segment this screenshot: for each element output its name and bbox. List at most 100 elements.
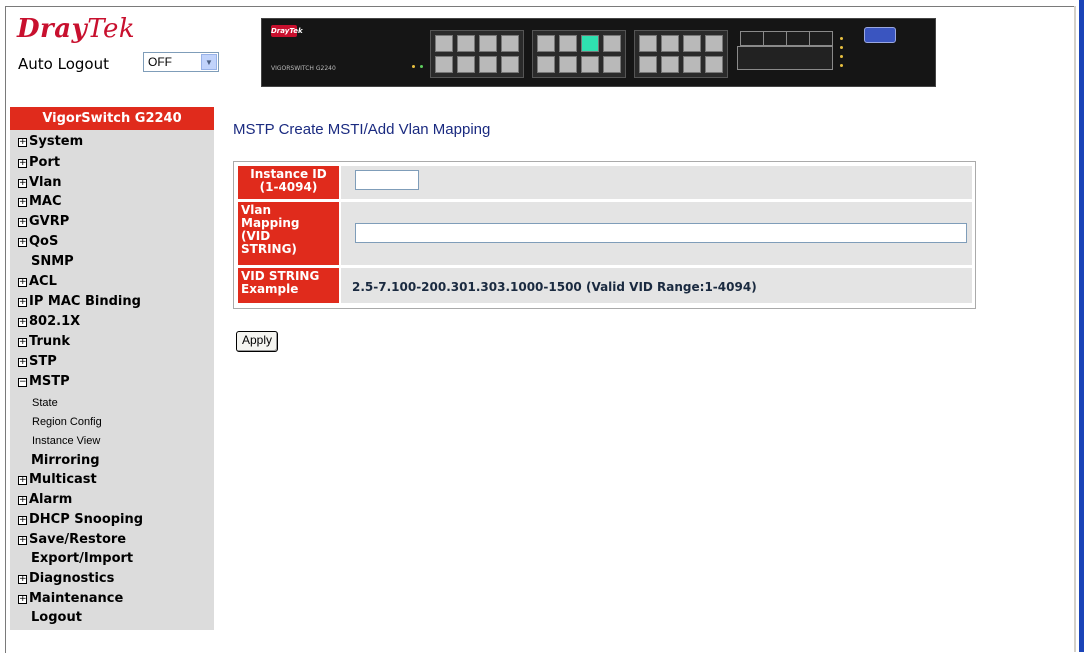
sidebar-item-vlan[interactable]: + Vlan: [18, 175, 62, 190]
port-icon: [639, 56, 657, 73]
sfp-port-icon: [763, 31, 787, 46]
status-led-icon: [412, 65, 415, 68]
sidebar-item-label: DHCP Snooping: [29, 512, 144, 527]
port-active-icon: [581, 35, 599, 52]
sfp-port-icon: [809, 31, 833, 46]
port-icon: [501, 35, 519, 52]
expand-plus-icon[interactable]: +: [18, 338, 27, 347]
expand-plus-icon[interactable]: +: [18, 159, 27, 168]
sfp-led-icon: [840, 46, 843, 49]
port-icon: [537, 35, 555, 52]
sfp-led-icon: [840, 64, 843, 67]
sidebar-item-label: MAC: [29, 194, 62, 209]
sidebar-item-label: Trunk: [29, 334, 71, 349]
vid-example-label-line2: Example: [241, 282, 299, 296]
expand-plus-icon[interactable]: +: [18, 496, 27, 505]
sidebar-item-snmp[interactable]: SNMP: [31, 254, 74, 269]
port-icon: [683, 35, 701, 52]
sidebar-item-label: Port: [29, 155, 61, 170]
expand-plus-icon[interactable]: +: [18, 198, 27, 207]
sidebar-item-export-import[interactable]: Export/Import: [31, 551, 133, 566]
expand-plus-icon[interactable]: +: [18, 516, 27, 525]
draytek-logo: DrayTek: [17, 14, 135, 44]
expand-plus-icon[interactable]: +: [18, 278, 27, 287]
sidebar-item-stp[interactable]: + STP: [18, 354, 57, 369]
expand-plus-icon[interactable]: +: [18, 358, 27, 367]
expand-plus-icon[interactable]: +: [18, 595, 27, 604]
panel-brand-logo: DrayTek: [271, 25, 303, 37]
port-icon: [683, 56, 701, 73]
sidebar-item-label: Maintenance: [29, 591, 124, 606]
expand-plus-icon[interactable]: +: [18, 476, 27, 485]
sidebar-item-save-restore[interactable]: + Save/Restore: [18, 532, 126, 547]
port-icon: [435, 56, 453, 73]
sidebar-item-8021x[interactable]: +802.1X: [18, 314, 80, 329]
sidebar-item-qos[interactable]: + QoS: [18, 234, 58, 249]
port-icon: [479, 56, 497, 73]
sidebar-item-alarm[interactable]: + Alarm: [18, 492, 72, 507]
sidebar-item-dhcp-snooping[interactable]: + DHCP Snooping: [18, 512, 143, 527]
sidebar-item-label: Export/Import: [31, 551, 134, 566]
sidebar-item-mac[interactable]: + MAC: [18, 194, 62, 209]
instance-id-label-line2: (1-4094): [259, 180, 318, 194]
sidebar-item-ip-mac-binding[interactable]: + IP MAC Binding: [18, 294, 141, 309]
sidebar-item-diagnostics[interactable]: + Diagnostics: [18, 571, 114, 586]
sidebar-item-label: Vlan: [29, 175, 62, 190]
expand-plus-icon[interactable]: +: [18, 238, 27, 247]
expand-plus-icon[interactable]: +: [18, 138, 27, 147]
chevron-down-icon[interactable]: ▼: [201, 54, 217, 70]
sidebar-item-label: STP: [29, 354, 57, 369]
sidebar-item-label: IP MAC Binding: [29, 294, 141, 309]
sfp-slots-icon: [737, 46, 833, 70]
expand-plus-icon[interactable]: +: [18, 536, 27, 545]
sidebar-item-label: GVRP: [29, 214, 70, 229]
instance-id-cell: [341, 166, 972, 199]
port-icon: [581, 56, 599, 73]
sidebar-item-mstp[interactable]: − MSTP: [18, 374, 70, 389]
sidebar-subitem-region-config[interactable]: Region Config: [32, 416, 102, 428]
port-icon: [457, 56, 475, 73]
sidebar-item-label: Diagnostics: [29, 571, 115, 586]
sidebar-item-label: 802.1X: [29, 314, 81, 329]
sidebar-item-label: SNMP: [31, 254, 74, 269]
port-icon: [479, 35, 497, 52]
apply-button[interactable]: Apply: [236, 331, 279, 352]
instance-id-input[interactable]: [355, 170, 419, 190]
expand-plus-icon[interactable]: +: [18, 575, 27, 584]
expand-plus-icon[interactable]: +: [18, 179, 27, 188]
sidebar-item-label: System: [29, 134, 84, 149]
switch-front-panel-image: DrayTek VIGORSWITCH G2240: [261, 18, 936, 87]
sfp-led-icon: [840, 55, 843, 58]
sidebar-item-maintenance[interactable]: + Maintenance: [18, 591, 123, 606]
sidebar-item-gvrp[interactable]: + GVRP: [18, 214, 69, 229]
expand-plus-icon[interactable]: +: [18, 298, 27, 307]
sidebar-item-mirroring[interactable]: Mirroring: [31, 453, 100, 468]
sidebar-item-label: Save/Restore: [29, 532, 127, 547]
logo-tek: Tek: [87, 14, 136, 44]
sidebar-item-label: Logout: [31, 610, 82, 625]
sidebar-item-port[interactable]: + Port: [18, 155, 60, 170]
sidebar-subitem-instance-view[interactable]: Instance View: [32, 435, 100, 447]
sidebar-item-system[interactable]: + System: [18, 134, 83, 149]
auto-logout-select[interactable]: OFF ▼: [143, 52, 219, 72]
sidebar-subitem-state[interactable]: State: [32, 397, 58, 409]
sfp-port-icon: [786, 31, 810, 46]
vid-string-example-text: 2.5-7.100-200.301.303.1000-1500 (Valid V…: [352, 280, 757, 294]
port-group-1: [430, 30, 524, 78]
port-icon: [435, 35, 453, 52]
sidebar-header[interactable]: VigorSwitch G2240: [10, 107, 214, 130]
collapse-minus-icon[interactable]: −: [18, 378, 27, 387]
sidebar-item-logout[interactable]: Logout: [31, 610, 82, 625]
expand-plus-icon[interactable]: +: [18, 318, 27, 327]
vlan-mapping-input[interactable]: [355, 223, 967, 243]
scrollbar-track[interactable]: [1074, 6, 1076, 652]
expand-plus-icon[interactable]: +: [18, 218, 27, 227]
sidebar-item-trunk[interactable]: + Trunk: [18, 334, 70, 349]
port-icon: [559, 56, 577, 73]
port-icon: [457, 35, 475, 52]
sidebar-item-acl[interactable]: + ACL: [18, 274, 57, 289]
sidebar-item-multicast[interactable]: + Multicast: [18, 472, 97, 487]
vid-example-label: VID STRING Example: [238, 268, 339, 303]
port-icon: [603, 35, 621, 52]
sidebar-item-label: QoS: [29, 234, 59, 249]
